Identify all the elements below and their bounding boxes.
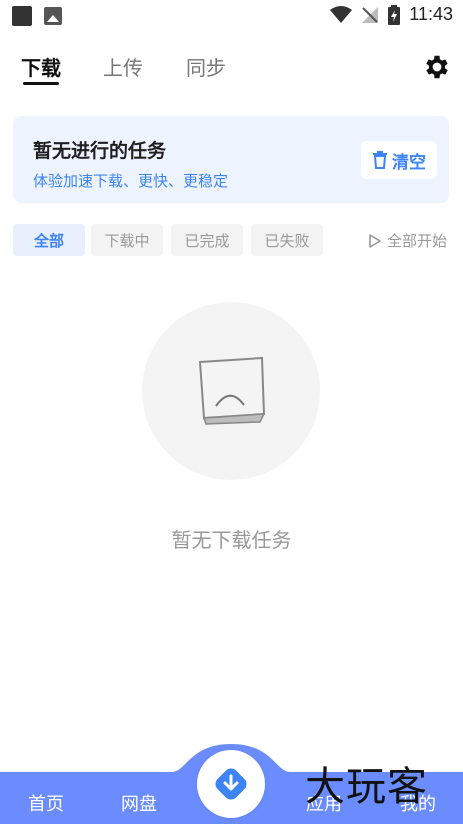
- start-all-button[interactable]: 全部开始: [367, 230, 447, 251]
- tab-download[interactable]: 下载: [21, 52, 61, 81]
- system-status: 11:43: [330, 4, 453, 25]
- download-icon: [215, 768, 247, 800]
- filter-all[interactable]: 全部: [13, 224, 85, 256]
- tab-upload[interactable]: 上传: [103, 52, 143, 81]
- nav-home[interactable]: 首页: [28, 790, 64, 816]
- empty-box-icon: [198, 356, 266, 425]
- card-subtitle-link[interactable]: 体验加速下载、更快、更稳定: [33, 170, 228, 191]
- wifi-icon: [330, 5, 353, 23]
- watermark-text: 大玩客: [305, 764, 428, 810]
- app-notification-icon: [12, 6, 32, 26]
- download-fab-button[interactable]: [197, 750, 265, 818]
- notification-icons: [12, 6, 62, 26]
- clear-button[interactable]: 清空: [361, 141, 437, 179]
- trash-icon: [373, 151, 387, 169]
- status-bar: 11:43: [0, 0, 463, 32]
- empty-illustration: [142, 302, 320, 480]
- card-title: 暂无进行的任务: [33, 140, 167, 162]
- play-icon: [369, 233, 381, 248]
- battery-icon: [388, 4, 401, 25]
- task-status-card: 暂无进行的任务 体验加速下载、更快、更稳定 清空: [13, 116, 449, 203]
- clock: 11:43: [409, 4, 453, 24]
- gear-icon[interactable]: [422, 52, 452, 82]
- top-tabs: 下载 上传 同步: [0, 52, 463, 92]
- filter-downloading[interactable]: 下载中: [91, 224, 163, 256]
- no-signal-icon: [362, 6, 379, 23]
- tab-sync[interactable]: 同步: [186, 52, 226, 81]
- nav-cloud-drive[interactable]: 网盘: [121, 790, 157, 816]
- active-tab-indicator: [23, 82, 59, 85]
- empty-message: 暂无下载任务: [171, 528, 292, 552]
- clear-label: 清空: [392, 152, 426, 173]
- image-notification-icon: [44, 7, 62, 25]
- filter-failed[interactable]: 已失败: [251, 224, 323, 256]
- start-all-label: 全部开始: [387, 232, 448, 250]
- filter-completed[interactable]: 已完成: [171, 224, 243, 256]
